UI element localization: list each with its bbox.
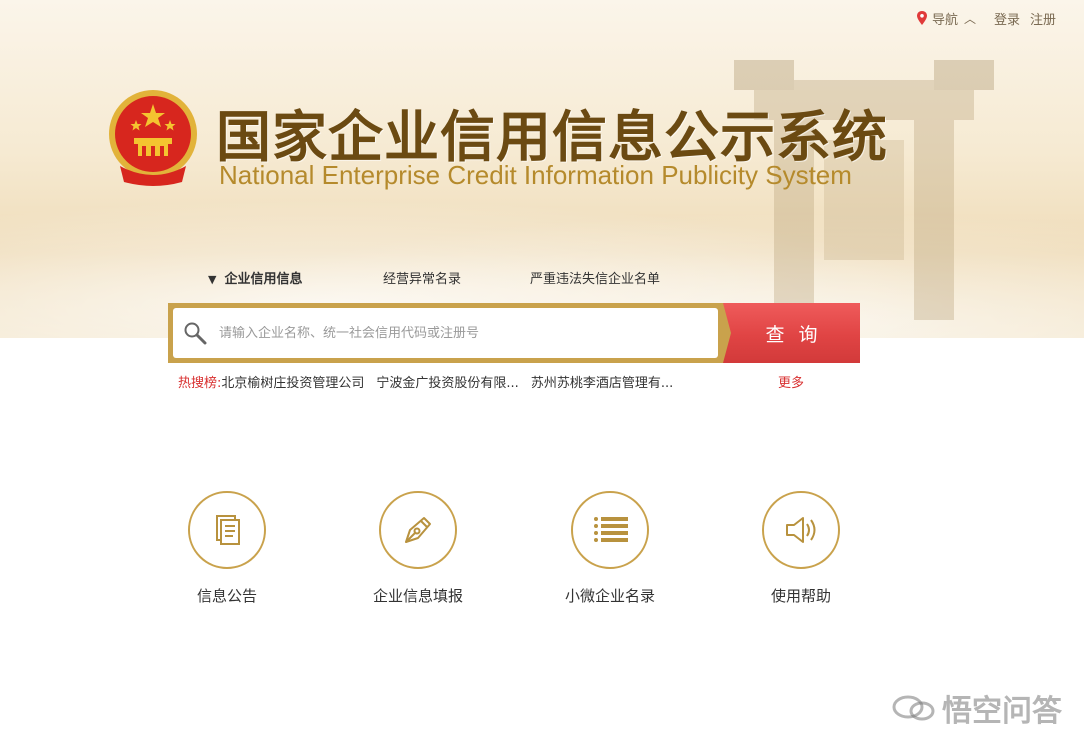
- hot-search-item[interactable]: 北京榆树庄投资管理公司: [221, 372, 364, 391]
- top-navigation: 导航 ︿ 登录 注册: [902, 9, 1056, 28]
- search-input[interactable]: [219, 325, 699, 341]
- watermark: 悟空问答: [892, 686, 1062, 730]
- chevron-up-icon: ︿: [963, 11, 976, 26]
- register-link[interactable]: 注册: [1030, 9, 1056, 28]
- tab-enterprise-credit[interactable]: ▼ 企业信用信息: [208, 268, 383, 287]
- login-label: 登录: [993, 12, 1020, 28]
- feature-label: 小微企业名录: [564, 587, 655, 605]
- document-icon: [216, 515, 240, 545]
- feature-label: 使用帮助: [770, 587, 831, 605]
- tab-abnormal-operation[interactable]: 经营异常名录: [383, 268, 530, 287]
- pen-icon: [405, 517, 431, 543]
- feature-circle: [379, 491, 457, 569]
- register-label: 注册: [1029, 12, 1056, 28]
- tab-label: 企业信用信息: [224, 272, 303, 287]
- feature-help[interactable]: 使用帮助: [731, 491, 871, 606]
- more-link[interactable]: 更多: [778, 372, 804, 391]
- feature-circle: [571, 491, 649, 569]
- search-bar: 查询: [168, 303, 860, 363]
- speaker-icon: [786, 517, 816, 543]
- search-box-frame: [168, 303, 723, 363]
- nav-label: 导航: [931, 12, 958, 28]
- feature-label: 信息公告: [196, 587, 257, 605]
- hot-search-list: 热搜榜: 北京榆树庄投资管理公司 宁波金广投资股份有限... 苏州苏桃李酒店管理…: [178, 372, 804, 391]
- search-tabs: ▼ 企业信用信息 经营异常名录 严重违法失信企业名单: [208, 268, 660, 287]
- tab-serious-violation[interactable]: 严重违法失信企业名单: [530, 268, 660, 287]
- tab-label: 经营异常名录: [383, 272, 462, 287]
- hot-search-label: 热搜榜:: [178, 376, 222, 391]
- site-title-en: National Enterprise Credit Information P…: [219, 160, 852, 190]
- feature-info-report[interactable]: 企业信息填报: [348, 491, 488, 606]
- search-button[interactable]: 查询: [723, 303, 860, 363]
- nav-menu[interactable]: 导航 ︿: [916, 9, 976, 28]
- location-pin-icon: [916, 11, 927, 25]
- list-icon: [594, 517, 628, 542]
- feature-circle: [762, 491, 840, 569]
- feature-info-announcement[interactable]: 信息公告: [157, 491, 297, 606]
- tab-label: 严重违法失信企业名单: [530, 272, 661, 287]
- search-icon: [184, 322, 207, 345]
- hot-search-item[interactable]: 宁波金广投资股份有限...: [376, 372, 518, 391]
- login-link[interactable]: 登录: [994, 9, 1020, 28]
- triangle-down-icon: ▼: [208, 273, 217, 286]
- national-emblem-icon: [109, 90, 197, 186]
- hot-search-item[interactable]: 苏州苏桃李酒店管理有...: [531, 372, 673, 391]
- watermark-text: 悟空问答: [942, 694, 1062, 729]
- feature-circle: [188, 491, 266, 569]
- feature-small-enterprise-list[interactable]: 小微企业名录: [540, 491, 680, 606]
- feature-label: 企业信息填报: [372, 587, 463, 605]
- search-box: [173, 308, 718, 358]
- chat-bubble-icon: [892, 695, 935, 721]
